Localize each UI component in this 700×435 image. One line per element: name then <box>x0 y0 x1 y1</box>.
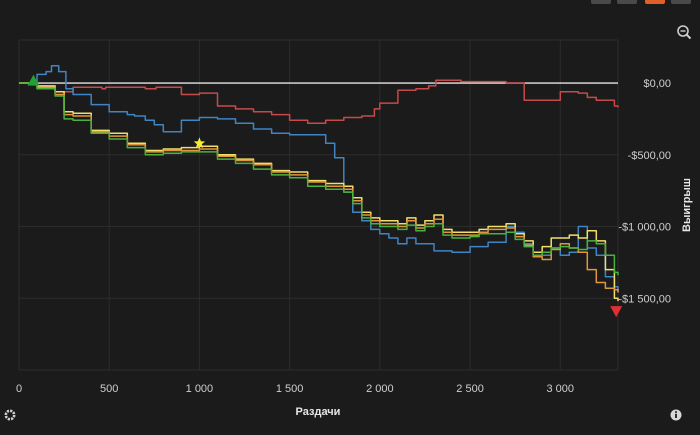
x-axis-label: Раздачи <box>296 406 341 418</box>
y-tick-label: $0,00 <box>643 78 671 90</box>
x-tick-label: 500 <box>100 383 118 395</box>
x-tick-label: 1 500 <box>276 383 304 395</box>
x-tick-label: 2 000 <box>366 383 394 395</box>
info-icon[interactable] <box>670 409 682 421</box>
x-tick-label: 3 000 <box>546 383 574 395</box>
y-tick-label: -$1 500,00 <box>618 293 671 305</box>
winnings-chart: 0 500 1 000 1 500 2 000 2 500 3 000 $0,00 -$500,… <box>4 25 693 421</box>
x-tick-label: 1 000 <box>186 383 214 395</box>
gear-icon[interactable] <box>4 409 16 421</box>
y-tick-label: -$500,00 <box>628 150 671 162</box>
x-tick-label: 0 <box>16 383 22 395</box>
zoom-out-icon[interactable] <box>677 25 692 40</box>
x-tick-label: 2 500 <box>456 383 484 395</box>
y-tick-label: -$1 000,00 <box>618 222 671 234</box>
y-axis-label: Выигрыш <box>681 178 693 232</box>
end-marker <box>610 306 623 318</box>
